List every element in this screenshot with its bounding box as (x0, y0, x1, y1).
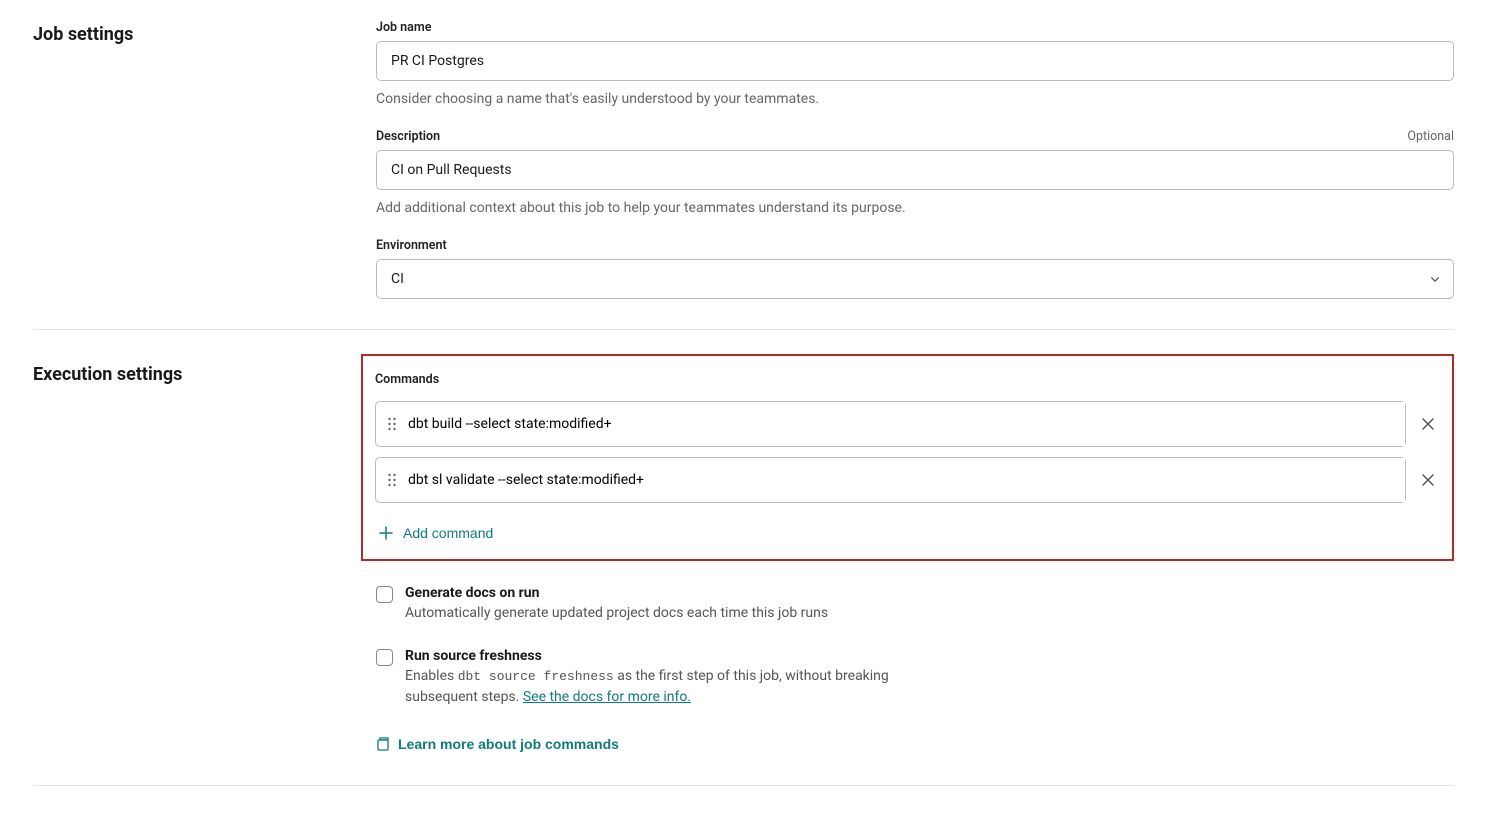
optional-badge: Optional (1407, 129, 1454, 144)
source-freshness-title: Run source freshness (405, 648, 954, 664)
add-command-label: Add command (403, 525, 493, 541)
command-input[interactable] (408, 458, 1405, 502)
drag-handle-icon[interactable] (376, 416, 408, 432)
commands-highlight-box: Commands (361, 354, 1454, 561)
command-input[interactable] (408, 402, 1405, 446)
execution-settings-section: Execution settings Commands (33, 360, 1454, 785)
plus-icon (379, 526, 393, 540)
docs-link[interactable]: See the docs for more info. (523, 689, 691, 705)
source-freshness-row: Run source freshness Enables dbt source … (376, 648, 954, 708)
description-label: Description (376, 129, 440, 144)
docs-icon (376, 737, 390, 751)
job-name-input[interactable] (376, 41, 1454, 81)
execution-settings-title: Execution settings (33, 360, 376, 385)
description-input[interactable] (376, 150, 1454, 190)
environment-select[interactable] (376, 259, 1454, 299)
generate-docs-title: Generate docs on run (405, 585, 954, 601)
commands-label: Commands (375, 372, 1440, 387)
close-icon (1421, 473, 1435, 487)
close-icon (1421, 417, 1435, 431)
description-group: Description Optional Add additional cont… (376, 129, 1454, 216)
command-row (375, 401, 1440, 447)
environment-group: Environment (376, 238, 1454, 299)
generate-docs-checkbox[interactable] (376, 586, 393, 603)
learn-more-label: Learn more about job commands (398, 736, 619, 752)
description-help: Add additional context about this job to… (376, 200, 1454, 216)
environment-label: Environment (376, 238, 447, 253)
command-row (375, 457, 1440, 503)
drag-handle-icon[interactable] (376, 472, 408, 488)
job-name-group: Job name Consider choosing a name that's… (376, 20, 1454, 107)
add-command-button[interactable]: Add command (375, 521, 497, 545)
generate-docs-row: Generate docs on run Automatically gener… (376, 585, 954, 624)
remove-command-button[interactable] (1416, 412, 1440, 436)
remove-command-button[interactable] (1416, 468, 1440, 492)
job-name-label: Job name (376, 20, 431, 35)
job-settings-section: Job settings Job name Consider choosing … (33, 20, 1454, 329)
section-divider (33, 785, 1454, 786)
job-name-help: Consider choosing a name that's easily u… (376, 91, 1454, 107)
source-freshness-desc: Enables dbt source freshness as the firs… (405, 666, 954, 708)
generate-docs-desc: Automatically generate updated project d… (405, 603, 954, 624)
source-freshness-checkbox[interactable] (376, 649, 393, 666)
job-settings-title: Job settings (33, 20, 376, 45)
learn-more-button[interactable]: Learn more about job commands (376, 736, 619, 752)
section-divider (33, 329, 1454, 330)
